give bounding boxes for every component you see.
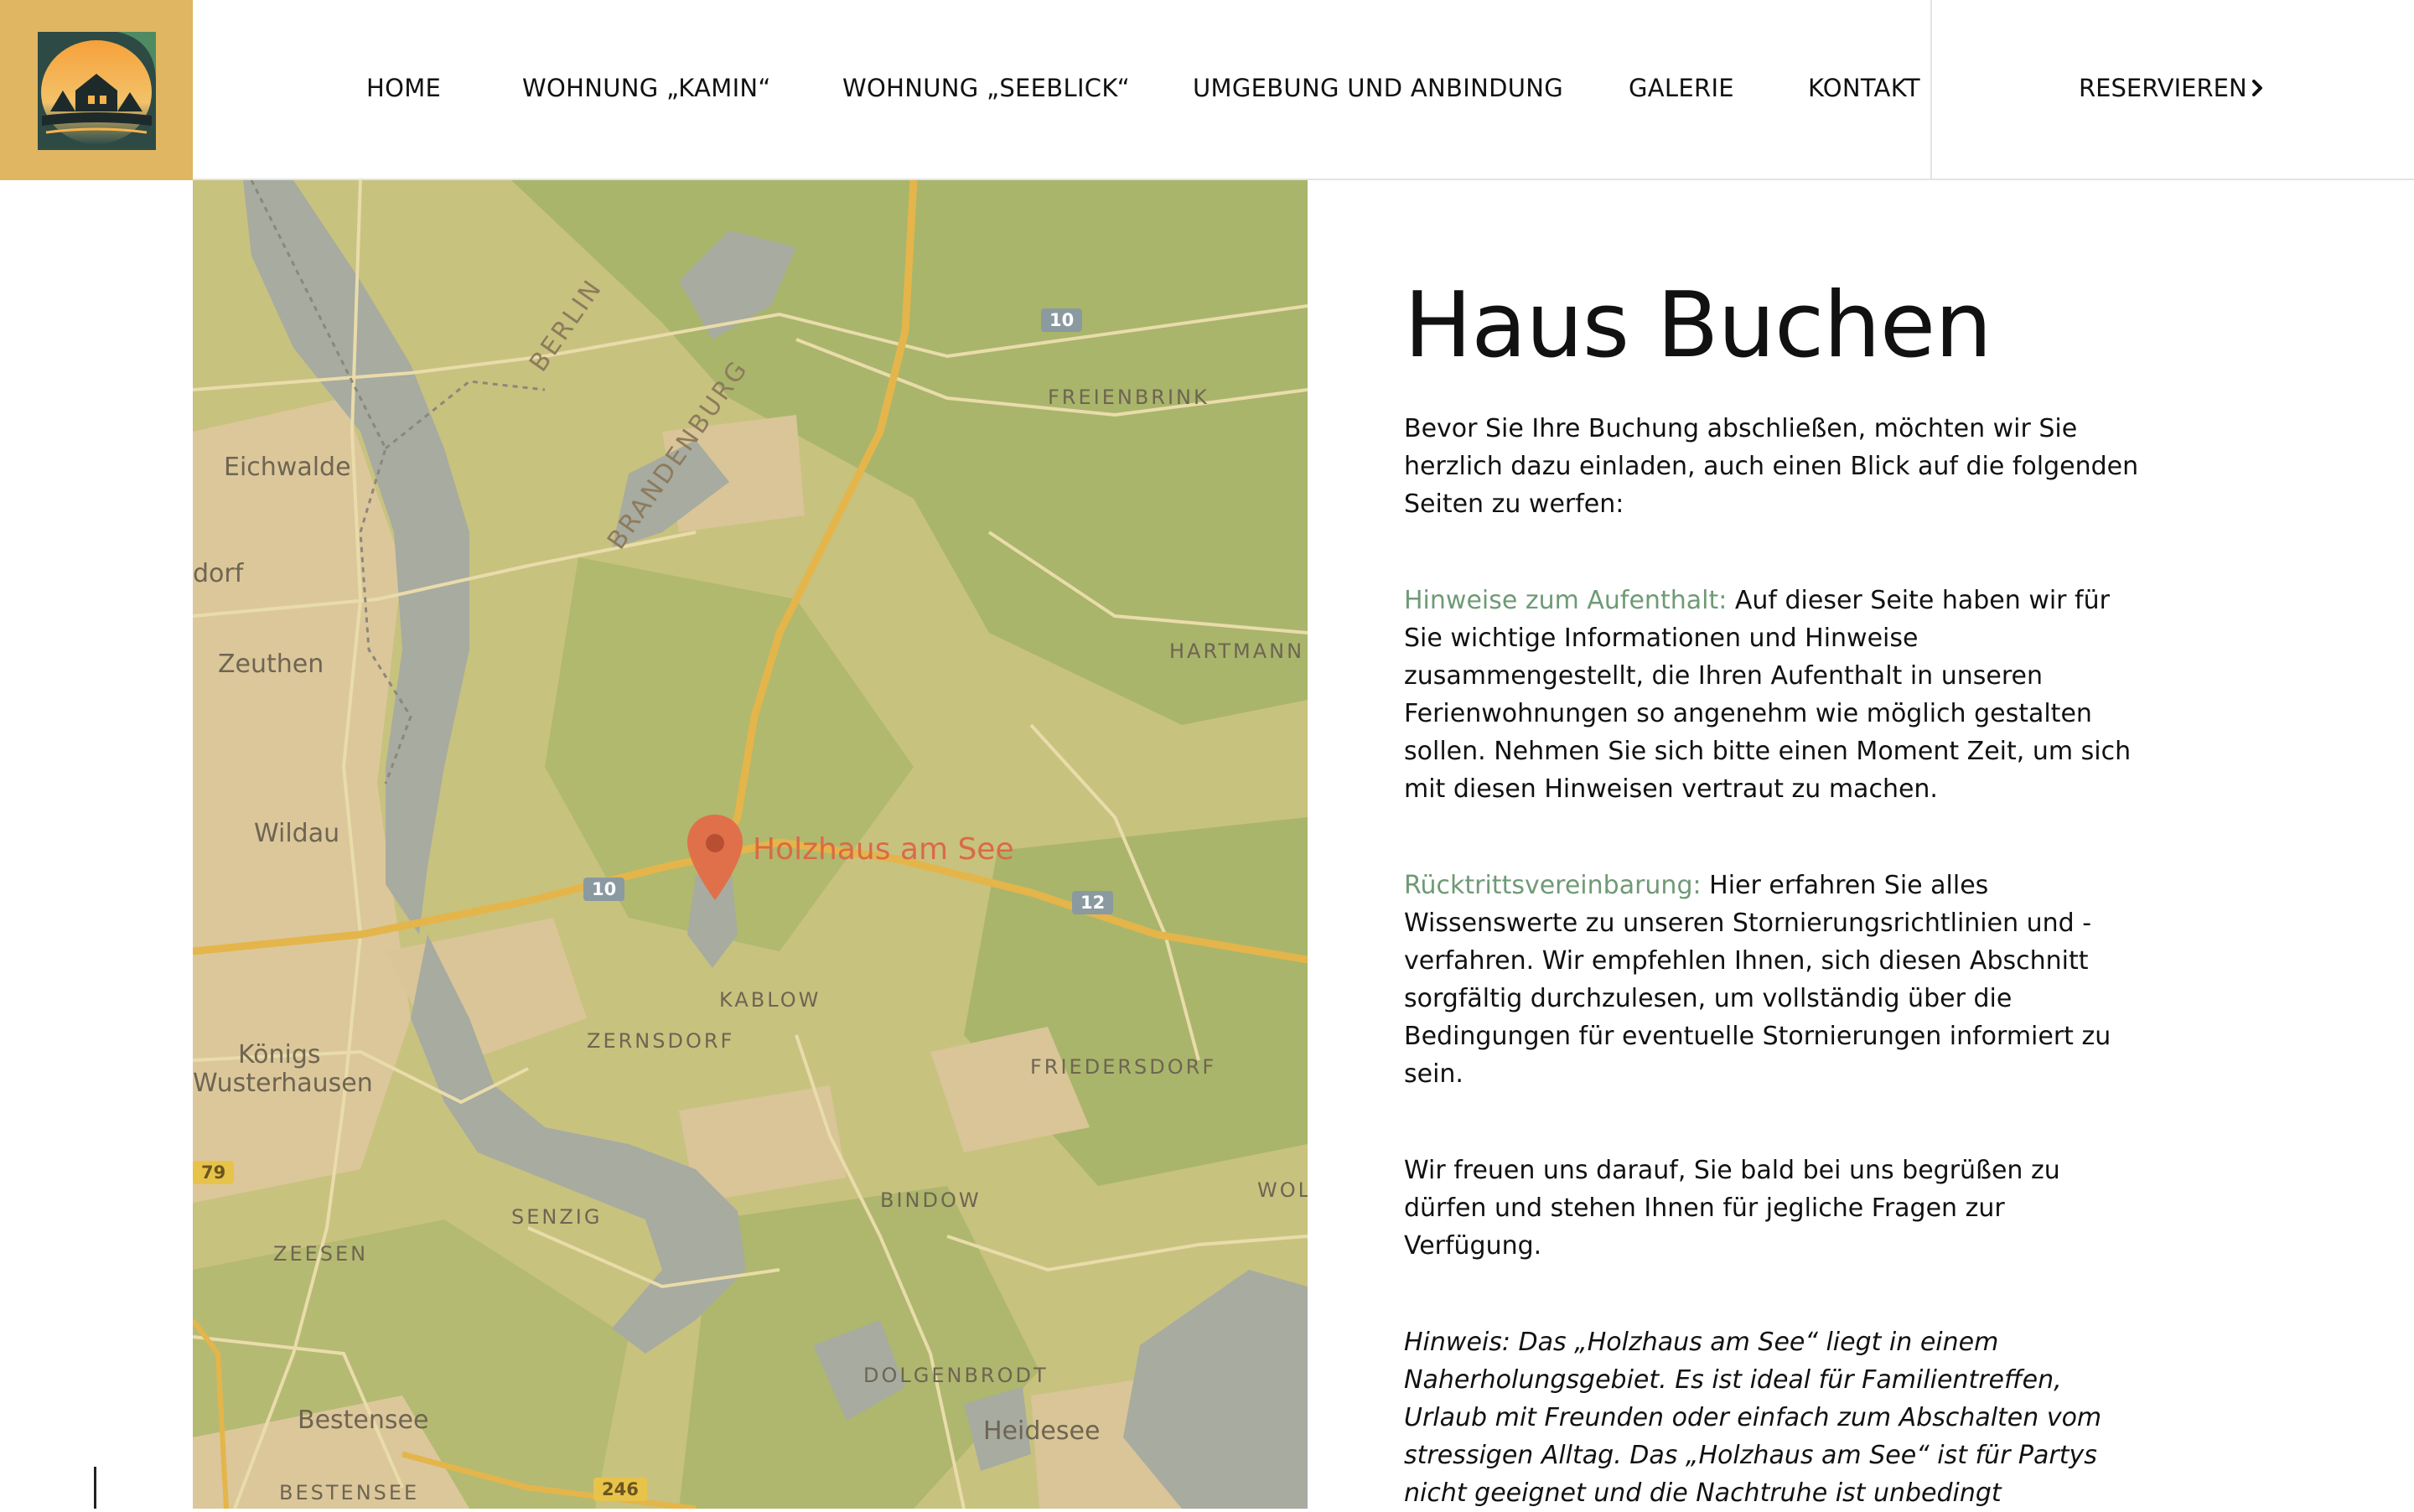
stay-info-paragraph: Hinweise zum Aufenthalt: Auf dieser Seit… xyxy=(1404,582,2142,808)
header-divider xyxy=(1930,0,1932,180)
stay-info-text: Auf dieser Seite haben wir für Sie wicht… xyxy=(1404,585,2132,804)
cancellation-paragraph: Rücktrittsvereinbarung: Hier erfahren Si… xyxy=(1404,867,2142,1093)
closing-text-content: Wir freuen uns darauf, Sie bald bei uns … xyxy=(1404,1155,2060,1261)
town-label: Bestensee xyxy=(298,1406,429,1435)
cancellation-text: Hier erfahren Sie alles Wissenswerte zu … xyxy=(1404,870,2111,1089)
town-label: Wusterhausen xyxy=(193,1069,373,1098)
scroll-indicator xyxy=(94,1467,96,1509)
village-label: BESTENSEE xyxy=(279,1481,420,1504)
nav-home[interactable]: HOME xyxy=(366,74,441,102)
nav-wohnung-kamin[interactable]: WOHNUNG „KAMIN“ xyxy=(522,74,771,102)
road-shield: 10 xyxy=(583,878,625,901)
nav-galerie[interactable]: GALERIE xyxy=(1629,74,1734,102)
road-shield: 10 xyxy=(1041,308,1083,332)
road-shield: 79 xyxy=(193,1161,235,1184)
map-canvas xyxy=(193,180,1308,1509)
closing-text: Wir freuen uns darauf, Sie bald bei uns … xyxy=(1404,1152,2142,1265)
cancellation-link[interactable]: Rücktrittsvereinbarung: xyxy=(1404,871,1702,900)
notice-label: Hinweis: xyxy=(1404,1327,1510,1357)
reserve-button[interactable]: RESERVIEREN xyxy=(2079,74,2247,102)
village-label: KABLOW xyxy=(719,988,821,1012)
town-label: Zeuthen xyxy=(218,650,324,679)
village-label: ZEESEN xyxy=(273,1242,369,1266)
nav-wohnung-seeblick[interactable]: WOHNUNG „SEEBLICK“ xyxy=(842,74,1130,102)
page-title: Haus Buchen xyxy=(1404,273,1992,378)
town-label: Wildau xyxy=(254,819,340,848)
road-shield: 12 xyxy=(1072,891,1114,914)
town-label: Eichwalde xyxy=(224,453,351,482)
nav-umgebung[interactable]: UMGEBUNG UND ANBINDUNG xyxy=(1193,74,1563,102)
stay-info-link[interactable]: Hinweise zum Aufenthalt: xyxy=(1404,586,1727,615)
town-label: dorf xyxy=(193,559,244,588)
village-label: SENZIG xyxy=(511,1205,603,1229)
logo[interactable] xyxy=(0,0,193,180)
village-label: ZERNSDORF xyxy=(587,1029,735,1053)
village-label: HARTMANN xyxy=(1169,639,1305,663)
village-label: FREIENBRINK xyxy=(1048,386,1210,409)
booking-content: Haus Buchen Bevor Sie Ihre Buchung absch… xyxy=(1404,273,2142,1512)
road-shield: 246 xyxy=(593,1478,647,1501)
location-map[interactable]: Holzhaus am See BERLIN BRANDENBURG Eichw… xyxy=(193,180,1308,1509)
village-label: WOL xyxy=(1257,1178,1308,1202)
village-label: FRIEDERSDORF xyxy=(1030,1055,1217,1079)
intro-text-content: Bevor Sie Ihre Buchung abschließen, möch… xyxy=(1404,413,2139,519)
town-label: Heidesee xyxy=(983,1416,1101,1446)
town-label: Königs xyxy=(238,1040,321,1069)
location-pin-icon[interactable] xyxy=(684,813,746,904)
intro-text: Bevor Sie Ihre Buchung abschließen, möch… xyxy=(1404,410,2142,523)
nav-kontakt[interactable]: KONTAKT xyxy=(1808,74,1920,102)
village-label: DOLGENBRODT xyxy=(863,1364,1049,1387)
house-logo-icon xyxy=(38,32,156,150)
village-label: BINDOW xyxy=(880,1188,982,1212)
site-header: HOME WOHNUNG „KAMIN“ WOHNUNG „SEEBLICK“ … xyxy=(0,0,2414,180)
chevron-right-icon[interactable] xyxy=(2246,77,2268,99)
pin-label: Holzhaus am See xyxy=(753,832,1014,867)
notice-paragraph: Hinweis: Das „Holzhaus am See“ liegt in … xyxy=(1404,1323,2142,1512)
